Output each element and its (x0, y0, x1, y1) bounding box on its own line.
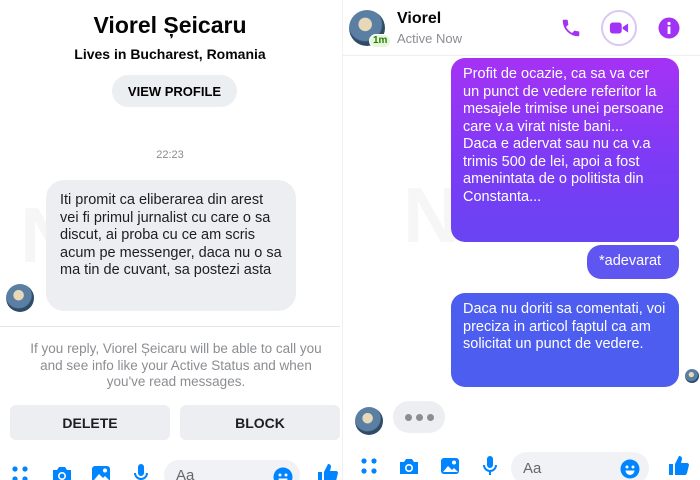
composer-toolbar: Aa (343, 450, 700, 480)
block-button[interactable]: BLOCK (180, 405, 340, 440)
delete-button[interactable]: DELETE (10, 405, 170, 440)
microphone-icon[interactable] (132, 464, 150, 480)
typing-dot (404, 413, 412, 421)
typing-dot (415, 413, 423, 421)
info-icon[interactable] (653, 12, 685, 44)
avatar (6, 284, 34, 312)
active-badge: 1m (369, 34, 392, 48)
emoji-icon[interactable] (619, 458, 641, 480)
right-conversation-panel: NEWS 1m Viorel Active Now Profit de ocaz… (342, 0, 700, 480)
composer-toolbar: Aa (0, 458, 340, 480)
thumbs-up-icon[interactable] (316, 462, 338, 480)
reply-notice: If you reply, Viorel Șeicaru will be abl… (30, 341, 322, 389)
sent-message-bubble: *adevarat (587, 245, 679, 279)
profile-location: Lives in Bucharest, Romania (74, 46, 266, 62)
chat-header: 1m Viorel Active Now (343, 0, 700, 56)
avatar (355, 407, 383, 435)
typing-dot (426, 413, 434, 421)
apps-grid-icon[interactable] (10, 464, 30, 480)
thumbs-up-icon[interactable] (667, 454, 689, 476)
sent-message-bubble: Profit de ocazie, ca sa va cer un punct … (451, 58, 679, 242)
emoji-icon[interactable] (272, 466, 294, 480)
video-call-icon[interactable] (601, 10, 637, 46)
left-conversation-panel: NEWS Viorel Șeicaru Lives in Bucharest, … (0, 0, 340, 480)
sent-message-bubble: Daca nu doriti sa comentati, voi preciza… (451, 293, 679, 387)
gallery-icon[interactable] (90, 464, 112, 480)
camera-icon[interactable] (397, 456, 421, 476)
message-timestamp: 22:23 (156, 149, 184, 161)
gallery-icon[interactable] (439, 456, 461, 476)
profile-name: Viorel Șeicaru (93, 12, 247, 38)
apps-grid-icon[interactable] (359, 456, 379, 476)
active-status: Active Now (397, 31, 463, 46)
view-profile-button[interactable]: VIEW PROFILE (112, 75, 237, 107)
phone-icon[interactable] (555, 12, 587, 44)
seen-indicator-avatar (685, 369, 699, 383)
camera-icon[interactable] (50, 464, 74, 480)
divider (0, 326, 340, 327)
typing-indicator (393, 401, 445, 433)
received-message-bubble: Iti promit ca eliberarea din arest vei f… (46, 180, 296, 311)
microphone-icon[interactable] (481, 456, 499, 476)
contact-name[interactable]: Viorel (397, 10, 441, 28)
